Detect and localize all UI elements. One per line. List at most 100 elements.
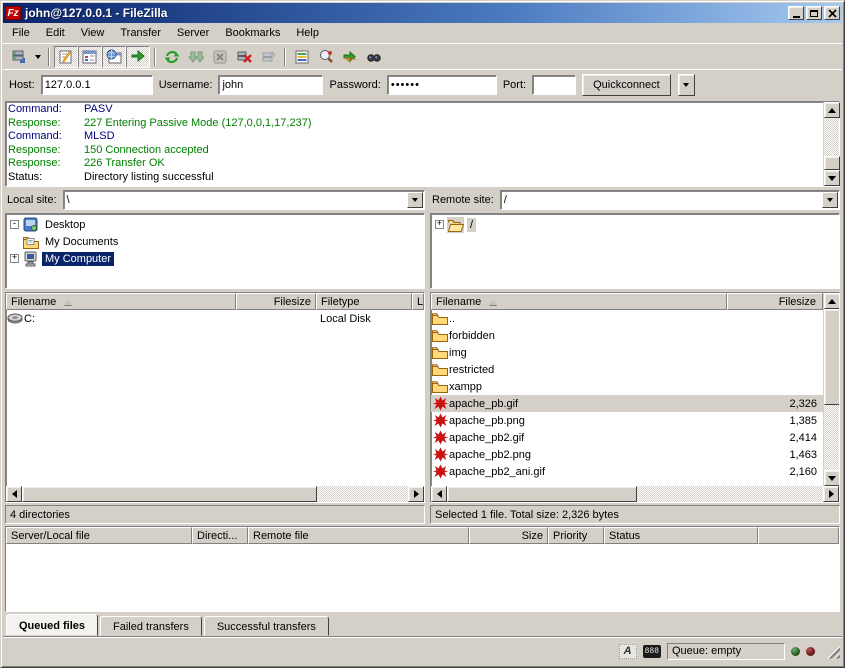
column-header-direction[interactable]: Directi...	[192, 527, 248, 544]
remote-site-combo[interactable]: /	[500, 190, 840, 210]
column-header-server-local-file[interactable]: Server/Local file	[6, 527, 192, 544]
quickconnect-dropdown[interactable]	[678, 74, 695, 96]
file-row-selected[interactable]: apache_pb.gif2,326	[431, 395, 823, 412]
tree-item-root[interactable]: + /	[432, 216, 838, 233]
local-horizontal-scrollbar[interactable]	[6, 486, 424, 502]
column-header-filesize[interactable]: Filesize	[236, 293, 316, 310]
column-header-filesize[interactable]: Filesize	[727, 293, 823, 310]
menu-edit[interactable]: Edit	[38, 25, 73, 41]
image-file-icon	[431, 413, 449, 429]
process-queue-button[interactable]	[184, 46, 208, 68]
tree-item-label[interactable]: Desktop	[42, 218, 88, 232]
host-input[interactable]	[41, 75, 153, 95]
tree-item-my-documents[interactable]: My Documents	[7, 233, 423, 250]
file-row[interactable]: xampp	[431, 378, 823, 395]
toggle-local-tree-button[interactable]	[78, 46, 102, 68]
column-header-size[interactable]: Size	[469, 527, 548, 544]
synchronized-browsing-button[interactable]	[338, 46, 362, 68]
local-site-combo[interactable]: \	[63, 190, 425, 210]
my-computer-icon	[22, 251, 39, 267]
remote-site-dropdown[interactable]	[822, 192, 838, 208]
titlebar[interactable]: Fz john@127.0.0.1 - FileZilla	[3, 3, 842, 23]
file-row[interactable]: forbidden	[431, 327, 823, 344]
tab-failed-transfers[interactable]: Failed transfers	[100, 616, 202, 636]
expand-icon[interactable]: +	[10, 254, 19, 263]
file-type: Local Disk	[316, 313, 412, 325]
reconnect-button[interactable]	[256, 46, 280, 68]
scrollbar-thumb[interactable]	[824, 309, 839, 405]
menu-view[interactable]: View	[73, 25, 113, 41]
scroll-left-button[interactable]	[431, 486, 447, 502]
resize-grip[interactable]	[825, 644, 840, 659]
queue-tabs: Queued files Failed transfers Successful…	[3, 612, 842, 636]
menu-help[interactable]: Help	[288, 25, 327, 41]
file-row[interactable]: img	[431, 344, 823, 361]
remote-vertical-scrollbar[interactable]	[823, 293, 839, 486]
menu-transfer[interactable]: Transfer	[112, 25, 169, 41]
scrollbar-thumb[interactable]	[22, 486, 317, 502]
remote-site-label: Remote site:	[430, 194, 496, 206]
remote-horizontal-scrollbar[interactable]	[431, 486, 839, 502]
close-button[interactable]	[824, 6, 840, 20]
maximize-button[interactable]	[806, 6, 822, 20]
scroll-right-button[interactable]	[823, 486, 839, 502]
column-header-filename[interactable]: Filename	[431, 293, 727, 310]
menu-server[interactable]: Server	[169, 25, 217, 41]
refresh-button[interactable]	[160, 46, 184, 68]
scroll-down-button[interactable]	[824, 170, 840, 186]
disconnect-button[interactable]	[232, 46, 256, 68]
site-manager-button[interactable]	[7, 46, 31, 68]
scroll-left-button[interactable]	[6, 486, 22, 502]
column-header-status[interactable]: Status	[604, 527, 758, 544]
file-row[interactable]: apache_pb2.png1,463	[431, 446, 823, 463]
scrollbar-thumb[interactable]	[824, 156, 840, 170]
username-label: Username:	[159, 79, 213, 91]
file-row[interactable]: apache_pb.png1,385	[431, 412, 823, 429]
scroll-down-button[interactable]	[824, 470, 839, 486]
local-site-dropdown[interactable]	[407, 192, 423, 208]
tree-item-label[interactable]: My Documents	[42, 235, 121, 249]
cancel-button[interactable]	[208, 46, 232, 68]
tab-successful-transfers[interactable]: Successful transfers	[204, 616, 329, 636]
tree-item-my-computer[interactable]: + My Computer	[7, 250, 423, 267]
file-name: apache_pb2_ani.gif	[449, 466, 727, 478]
queue-body[interactable]	[6, 544, 839, 611]
compare-directories-button[interactable]	[314, 46, 338, 68]
username-input[interactable]	[218, 75, 323, 95]
menu-file[interactable]: File	[4, 25, 38, 41]
tree-item-label[interactable]: /	[467, 218, 476, 232]
file-row[interactable]: ..	[431, 310, 823, 327]
tree-item-label[interactable]: My Computer	[42, 252, 114, 266]
column-header-last-modified[interactable]: L	[412, 293, 424, 310]
file-row[interactable]: apache_pb2_ani.gif2,160	[431, 463, 823, 480]
toggle-queue-button[interactable]	[126, 46, 150, 68]
password-input[interactable]	[387, 75, 497, 95]
file-row[interactable]: apache_pb2.gif2,414	[431, 429, 823, 446]
toggle-message-log-button[interactable]	[54, 46, 78, 68]
column-header-priority[interactable]: Priority	[548, 527, 604, 544]
scrollbar-thumb[interactable]	[447, 486, 637, 502]
scroll-up-button[interactable]	[824, 293, 839, 309]
menu-bookmarks[interactable]: Bookmarks	[217, 25, 288, 41]
site-manager-dropdown[interactable]	[31, 46, 44, 68]
scroll-up-button[interactable]	[824, 102, 840, 118]
column-header-filetype[interactable]: Filetype	[316, 293, 412, 310]
collapse-icon[interactable]: -	[10, 220, 19, 229]
toggle-remote-tree-button[interactable]	[102, 46, 126, 68]
remote-site-path[interactable]: /	[501, 194, 821, 206]
tab-queued-files[interactable]: Queued files	[6, 614, 98, 636]
message-log-scrollbar[interactable]	[823, 102, 839, 186]
quickconnect-button[interactable]: Quickconnect	[582, 74, 671, 96]
tree-item-desktop[interactable]: - Desktop	[7, 216, 423, 233]
port-input[interactable]	[532, 75, 576, 95]
minimize-button[interactable]	[788, 6, 804, 20]
find-files-button[interactable]	[362, 46, 386, 68]
filter-button[interactable]	[290, 46, 314, 68]
local-site-path[interactable]: \	[64, 194, 406, 206]
file-row[interactable]: restricted	[431, 361, 823, 378]
column-header-filename[interactable]: Filename	[6, 293, 236, 310]
column-header-remote-file[interactable]: Remote file	[248, 527, 469, 544]
file-row-c-drive[interactable]: C: Local Disk	[6, 310, 424, 327]
scroll-right-button[interactable]	[408, 486, 424, 502]
expand-icon[interactable]: +	[435, 220, 444, 229]
